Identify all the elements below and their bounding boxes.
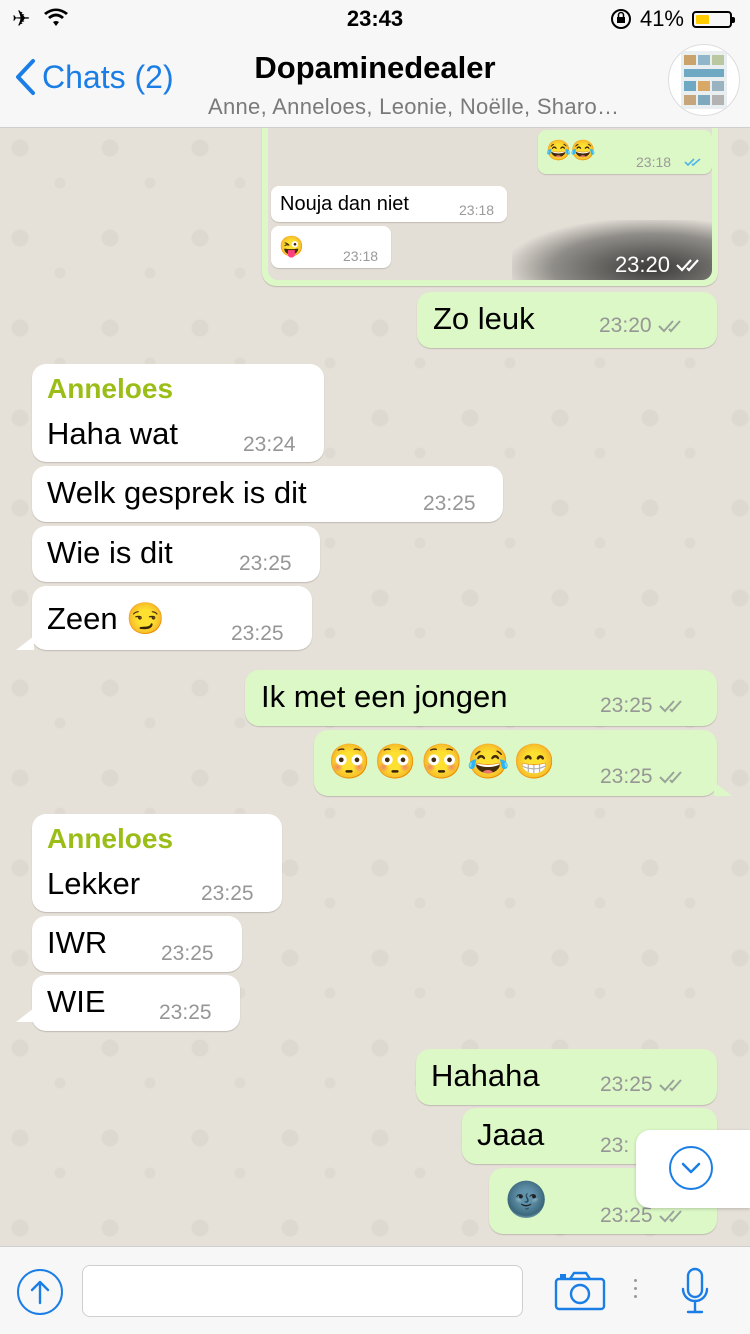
back-label: Chats (2): [42, 58, 174, 95]
message-text: WIE: [47, 984, 106, 1019]
message-incoming[interactable]: Wie is dit 23:25: [32, 526, 320, 582]
message-incoming[interactable]: Welk gesprek is dit 23:25: [32, 466, 503, 522]
message-outgoing[interactable]: Hahaha 23:25: [416, 1049, 717, 1105]
group-avatar[interactable]: [668, 44, 740, 116]
read-ticks-icon: [684, 158, 701, 167]
camera-icon: [554, 1271, 606, 1311]
bubble-tail: [16, 636, 34, 650]
message-incoming[interactable]: Anneloes Haha wat 23:24: [32, 364, 324, 462]
message-timestamp: 23:25: [600, 1073, 689, 1097]
bubble-tail: [714, 782, 732, 796]
message-text: Jaaa: [477, 1117, 545, 1152]
message-time: 23:25: [600, 694, 653, 717]
message-outgoing[interactable]: Ik met een jongen 23:25: [245, 670, 717, 726]
attach-button[interactable]: [17, 1269, 63, 1315]
chat-members[interactable]: Anne, Anneloes, Leonie, Noëlle, Sharo…: [208, 94, 658, 120]
message-emoji: 😳😳😳😂😁: [328, 743, 560, 781]
mini-bubble-text: Nouja dan niet: [280, 193, 409, 215]
orientation-lock-icon: [610, 9, 631, 29]
message-text: Zo leuk: [433, 301, 535, 336]
image-timestamp: 23:20: [615, 252, 704, 278]
message-time: 23:25: [600, 1073, 653, 1096]
input-bar: [0, 1246, 750, 1334]
message-emoji: 🌚: [505, 1181, 552, 1219]
message-text: Welk gesprek is dit: [47, 475, 307, 510]
image-time: 23:20: [614, 252, 670, 277]
message-text: Lekker: [47, 866, 141, 901]
status-bar: ✈ 23:43 41%: [0, 0, 750, 40]
message-time: 23:20: [599, 314, 652, 337]
mini-bubble: 😜 23:18: [271, 226, 391, 268]
microphone-button[interactable]: [680, 1267, 710, 1320]
message-incoming[interactable]: Zeen 😏 23:25: [32, 586, 312, 650]
delivered-ticks-icon: [657, 320, 681, 333]
message-input[interactable]: [82, 1265, 523, 1317]
battery-icon: [692, 10, 735, 28]
arrow-up-icon: [30, 1280, 50, 1305]
message-text: Ik met een jongen: [261, 679, 508, 714]
message-outgoing[interactable]: Zo leuk 23:20: [417, 292, 717, 348]
message-time: 23:25: [600, 1204, 653, 1227]
mini-bubble-time: 23:18: [343, 248, 379, 264]
message-text: Haha wat: [47, 416, 178, 451]
delivered-ticks-icon: [658, 771, 682, 784]
chat-title[interactable]: Dopaminedealer: [205, 50, 545, 86]
message-incoming[interactable]: IWR 23:25: [32, 916, 242, 972]
delivered-ticks-icon: [658, 700, 682, 713]
message-time: 23:25: [161, 942, 214, 965]
message-time: 23:25: [423, 492, 476, 515]
battery-fill: [696, 14, 710, 24]
chevron-left-icon: [16, 59, 35, 95]
message-time: 23:25: [231, 622, 284, 645]
message-time: 23:25: [201, 882, 254, 905]
mini-bubble: Nouja dan niet 23:18: [271, 186, 507, 222]
message-outgoing[interactable]: 😳😳😳😂😁 23:25: [314, 730, 717, 796]
mini-bubble-time: 23:18: [636, 154, 672, 170]
sender-name: Anneloes: [47, 373, 174, 404]
message-time: 23:: [600, 1134, 630, 1157]
delivered-ticks-icon: [658, 1079, 682, 1092]
mini-bubble-text: 😜: [279, 236, 304, 258]
camera-button[interactable]: [554, 1271, 606, 1316]
message-text: IWR: [47, 925, 108, 960]
message-time: 23:25: [600, 765, 653, 788]
message-timestamp: 23:20: [599, 314, 688, 338]
message-incoming[interactable]: Anneloes Lekker 23:25: [32, 814, 282, 912]
mini-bubble-time: 23:18: [459, 202, 495, 218]
message-time: 23:25: [159, 1001, 212, 1024]
message-incoming[interactable]: WIE 23:25: [32, 975, 240, 1031]
group-photo-icon: [681, 51, 727, 109]
read-ticks-icon: [676, 259, 699, 272]
message-timestamp: 23:25: [600, 694, 689, 718]
message-text: Hahaha: [431, 1058, 540, 1093]
message-time: 23:25: [239, 552, 292, 575]
chevron-down-icon: [669, 1146, 713, 1190]
message-time: 23:24: [243, 433, 296, 456]
mini-bubble-text: 😂😂: [546, 140, 596, 162]
back-button[interactable]: Chats (2): [14, 58, 174, 96]
chat-area[interactable]: 😂😂 23:18 Nouja dan niet 23:18 😜 23:18 23…: [0, 128, 750, 1246]
delivered-ticks-icon: [658, 1210, 682, 1223]
status-right: 41%: [610, 6, 735, 32]
image-message[interactable]: 😂😂 23:18 Nouja dan niet 23:18 😜 23:18 23…: [262, 128, 718, 286]
message-text: Zeen 😏: [47, 601, 165, 636]
message-text: Wie is dit: [47, 535, 173, 570]
sender-name: Anneloes: [47, 823, 174, 854]
bubble-tail: [16, 1008, 34, 1022]
battery-percent: 41%: [639, 6, 684, 31]
chat-header: Chats (2) Dopaminedealer Anne, Anneloes,…: [0, 40, 750, 128]
microphone-icon: [681, 1267, 709, 1314]
mini-bubble: 😂😂 23:18: [538, 130, 712, 174]
separator-dots: [634, 1279, 638, 1303]
scroll-to-bottom-button[interactable]: [636, 1130, 750, 1208]
message-timestamp: 23:25: [600, 765, 689, 789]
